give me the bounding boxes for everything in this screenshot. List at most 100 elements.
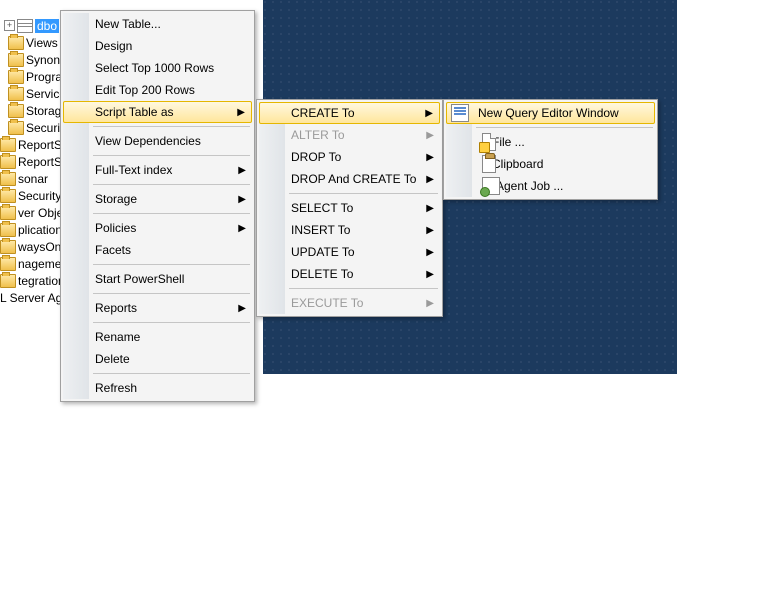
menu-item-label: DELETE To: [291, 267, 353, 281]
tree-label: nagement: [18, 257, 63, 271]
menu-separator: [289, 193, 438, 194]
menu-separator: [93, 322, 250, 323]
menu-separator: [93, 184, 250, 185]
submenu-arrow-icon: ▶: [238, 165, 246, 176]
menu-item-label: New Query Editor Window: [478, 106, 619, 120]
menu-item-edit-top-200-rows[interactable]: Edit Top 200 Rows: [63, 79, 252, 101]
menu-separator: [93, 373, 250, 374]
menu-item-label: Script Table as: [95, 105, 174, 119]
tree-label: Views: [26, 36, 58, 50]
tree-label: Program: [26, 70, 63, 84]
new-query-icon: [451, 104, 469, 122]
menu-item-new-query-editor-window[interactable]: New Query Editor Window: [446, 102, 655, 124]
menu-item-label: Agent Job ...: [496, 179, 563, 193]
menu-item-label: DROP And CREATE To: [291, 172, 416, 186]
menu-separator: [476, 127, 653, 128]
tree-label: Security: [26, 121, 63, 135]
tree-item[interactable]: plication: [0, 221, 63, 238]
tree-item[interactable]: Security: [0, 119, 63, 136]
menu-item-label: Start PowerShell: [95, 272, 184, 286]
submenu-arrow-icon: ▶: [238, 223, 246, 234]
file-icon: [482, 133, 496, 151]
tree-item[interactable]: Program: [0, 68, 63, 85]
menu-item-select-to[interactable]: SELECT To▶: [259, 197, 440, 219]
menu-item-select-top-1000-rows[interactable]: Select Top 1000 Rows: [63, 57, 252, 79]
menu-item-label: Policies: [95, 221, 136, 235]
menu-item-policies[interactable]: Policies ▶: [63, 217, 252, 239]
menu-item-storage[interactable]: Storage▶: [63, 188, 252, 210]
menu-item-label: New Table...: [95, 17, 161, 31]
tree-item[interactable]: +dbo: [0, 17, 63, 34]
menu-item-reports[interactable]: Reports▶: [63, 297, 252, 319]
menu-item-label: INSERT To: [291, 223, 350, 237]
menu-item-drop-and-create-to[interactable]: DROP And CREATE To▶: [259, 168, 440, 190]
menu-item-label: CREATE To: [291, 106, 355, 120]
submenu-arrow-icon: ▶: [426, 298, 434, 309]
folder-icon: [8, 121, 24, 135]
menu-item-drop-to[interactable]: DROP To ▶: [259, 146, 440, 168]
menu-item-clipboard[interactable]: Clipboard: [446, 153, 655, 175]
tree-item[interactable]: ReportServ: [0, 136, 63, 153]
submenu-arrow-icon: ▶: [425, 108, 433, 119]
tree-item[interactable]: [0, 0, 63, 17]
menu-item-create-to[interactable]: CREATE To ▶: [259, 102, 440, 124]
folder-icon: [8, 53, 24, 67]
submenu-arrow-icon: ▶: [426, 203, 434, 214]
folder-icon: [0, 138, 16, 152]
tree-label: Storage: [26, 104, 63, 118]
menu-item-file[interactable]: File ...: [446, 131, 655, 153]
submenu-arrow-icon: ▶: [238, 303, 246, 314]
menu-separator: [93, 264, 250, 265]
folder-icon: [0, 189, 16, 203]
menu-item-label: Delete: [95, 352, 130, 366]
tree-item[interactable]: L Server Age: [0, 289, 63, 306]
menu-item-label: Storage: [95, 192, 137, 206]
menu-item-new-table[interactable]: New Table...: [63, 13, 252, 35]
folder-icon: [0, 155, 16, 169]
table-icon: [17, 19, 33, 33]
menu-item-refresh[interactable]: Refresh: [63, 377, 252, 399]
tree-item[interactable]: Security: [0, 187, 63, 204]
submenu-arrow-icon: ▶: [237, 107, 245, 118]
menu-item-script-table-as[interactable]: Script Table as ▶: [63, 101, 252, 123]
menu-item-label: File ...: [492, 135, 525, 149]
tree-item[interactable]: nagement: [0, 255, 63, 272]
context-menu-script-as: CREATE To▶ALTER To▶DROP To▶DROP And CREA…: [256, 99, 443, 317]
menu-item-full-text-index[interactable]: Full-Text index▶: [63, 159, 252, 181]
expand-icon[interactable]: +: [4, 20, 15, 31]
submenu-arrow-icon: ▶: [426, 152, 434, 163]
tree-item[interactable]: ReportServ: [0, 153, 63, 170]
folder-icon: [8, 87, 24, 101]
menu-item-design[interactable]: Design: [63, 35, 252, 57]
menu-separator: [289, 288, 438, 289]
menu-item-rename[interactable]: Rename: [63, 326, 252, 348]
menu-item-label: Edit Top 200 Rows: [95, 83, 195, 97]
tree-item[interactable]: Synony: [0, 51, 63, 68]
menu-item-facets[interactable]: Facets: [63, 239, 252, 261]
tree-item[interactable]: Views: [0, 34, 63, 51]
tree-item[interactable]: tegration Ser: [0, 272, 63, 289]
menu-item-delete-to[interactable]: DELETE To▶: [259, 263, 440, 285]
tree-label: Service: [26, 87, 63, 101]
tree-label: Synony: [26, 53, 63, 67]
menu-item-update-to[interactable]: UPDATE To▶: [259, 241, 440, 263]
menu-item-label: DROP To: [291, 150, 341, 164]
tree-item[interactable]: sonar: [0, 170, 63, 187]
folder-icon: [8, 70, 24, 84]
tree-label: waysOn High: [18, 240, 63, 254]
menu-separator: [93, 126, 250, 127]
menu-item-insert-to[interactable]: INSERT To▶: [259, 219, 440, 241]
menu-item-delete[interactable]: Delete: [63, 348, 252, 370]
tree-item[interactable]: waysOn High: [0, 238, 63, 255]
tree-label: tegration Ser: [18, 274, 63, 288]
tree-item[interactable]: Service: [0, 85, 63, 102]
folder-icon: [0, 240, 16, 254]
tree-item[interactable]: ver Objects: [0, 204, 63, 221]
tree-label: ReportServ: [18, 138, 63, 152]
tree-item[interactable]: Storage: [0, 102, 63, 119]
submenu-arrow-icon: ▶: [426, 247, 434, 258]
submenu-arrow-icon: ▶: [426, 130, 434, 141]
menu-item-start-powershell[interactable]: Start PowerShell: [63, 268, 252, 290]
menu-item-view-dependencies[interactable]: View Dependencies: [63, 130, 252, 152]
menu-item-agent-job[interactable]: Agent Job ...: [446, 175, 655, 197]
